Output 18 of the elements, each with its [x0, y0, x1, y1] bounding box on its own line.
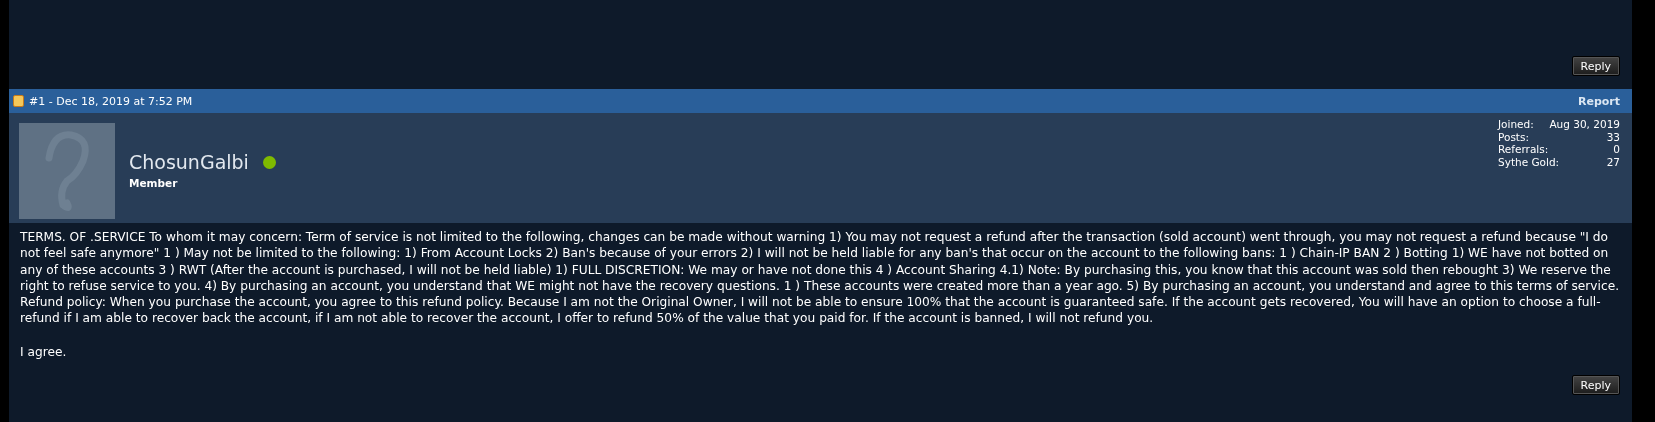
post-icon — [13, 95, 24, 107]
stat-label: Joined: — [1498, 118, 1534, 131]
stat-label: Posts: — [1498, 130, 1529, 143]
stat-label: Referrals: — [1498, 143, 1549, 156]
stat-value: 0 — [1613, 143, 1620, 156]
stat-value: 33 — [1606, 130, 1620, 143]
stat-label: Sythe Gold: — [1498, 155, 1560, 168]
reply-button[interactable]: Reply — [1571, 375, 1620, 396]
stat-value: Aug 30, 2019 — [1549, 118, 1620, 131]
stat-value: 27 — [1606, 155, 1620, 168]
default-avatar-icon — [19, 123, 115, 219]
reply-button[interactable]: Reply — [1571, 56, 1620, 76]
post-text: I agree. — [20, 343, 68, 361]
user-rank: Member — [129, 177, 179, 189]
post-text: TERMS. OF .SERVICE To whom it may concern: Term of service is not limited to the following, changes can be made without warning 1) You may not request a refund after the transaction (sold account) went through, you may not request a refund because "I do not feel safe anymore" 1 ) May not be limited to the following: 1) From Account Locks 2) Ban's because of your errors 2) I will not be held liable for any ban's that occur on the account to the following bans: 1 ) Chain-IP BAN 2 ) Botting 1) WE have not botted on any of these accounts 3 ) RWT (After the account is purchased, I will not be held liable) 1) FULL DISCRETION: We may or have not done this 4 ) Account Sharing 4.1) Note: By purchasing this, you know that this account was sold then rebought 3) We reserve the right to refuse service to you. 4) By purchasing an account, you understand that WE might not have the recovery questions. 1 ) These accounts were created more than a year ago. 5) By purchasing an account, you understand and agree to this terms of service. Refund policy: When you purchase the account, you agree to this refund policy. Because I am not the Original Owner, I will not be able to ensure 100% that the account is guaranteed safe. If the account gets recovered, You will have an option to choose a full-refund if I am able to recover back the account, if I am not able to recover the account, I offer to refund 50% of the value that you paid for. If the account is banned, I will not refund you. — [20, 229, 1621, 327]
report-link[interactable]: Report — [1577, 94, 1620, 108]
username[interactable]: ChosunGalbi — [129, 151, 249, 173]
post-number-date: #1 - Dec 18, 2019 at 7:52 PM — [29, 94, 193, 108]
